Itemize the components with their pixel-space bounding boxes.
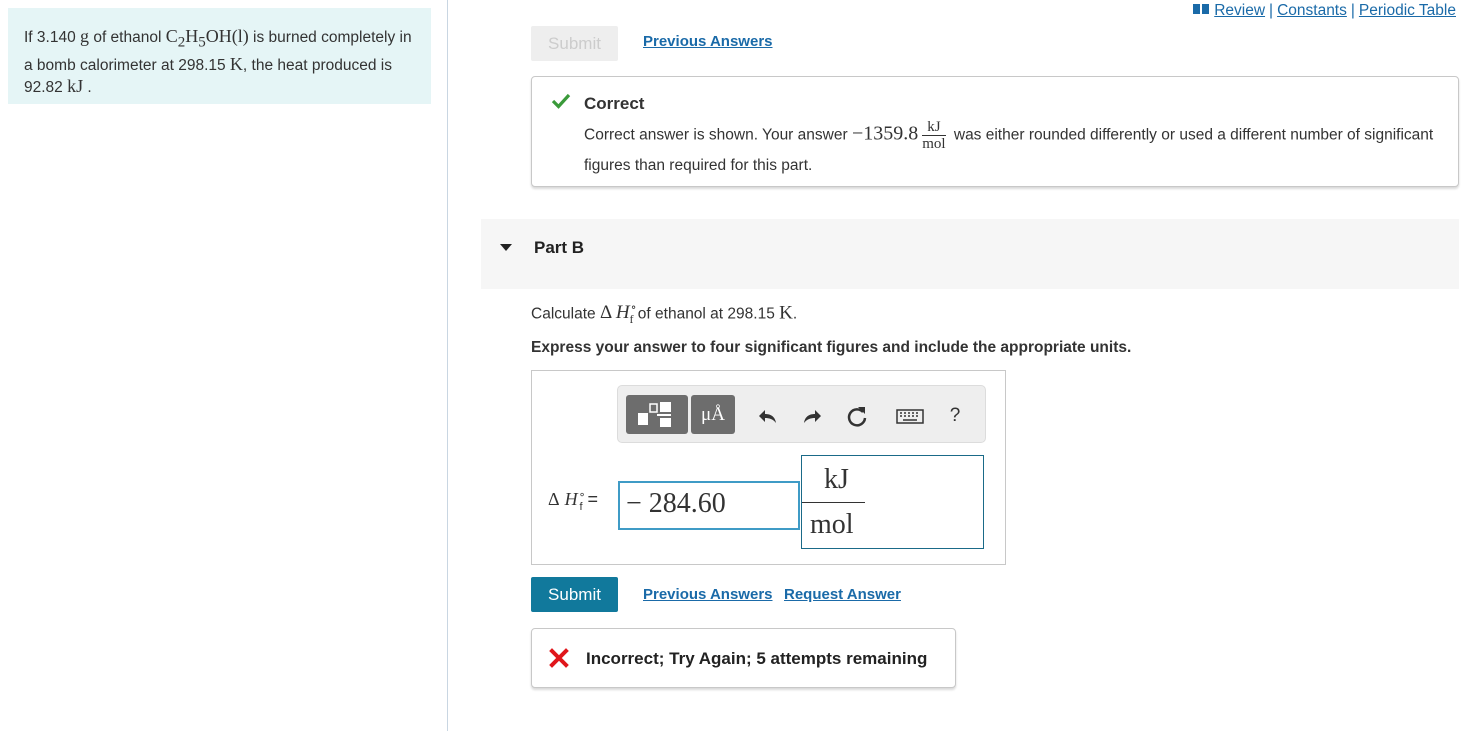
part-b-instruction: Express your answer to four significant … <box>531 339 1132 356</box>
keyboard-icon[interactable] <box>896 404 924 428</box>
feedback-message: Correct answer is shown. Your answer −13… <box>584 119 1434 174</box>
submit-button[interactable]: Submit <box>531 577 618 612</box>
ethanol-formula: C2H5OH(l) <box>165 26 249 51</box>
math-toolbar: μÅ ? <box>617 385 986 443</box>
incorrect-feedback: Incorrect; Try Again; 5 attempts remaini… <box>531 628 956 688</box>
separator: | <box>1350 2 1355 19</box>
heat-unit: kJ <box>67 75 84 96</box>
previous-answers-link[interactable]: Previous Answers <box>643 586 773 603</box>
part-b-header[interactable]: Part B <box>481 219 1459 289</box>
review-link[interactable]: Review <box>1214 2 1265 19</box>
help-icon[interactable]: ? <box>945 404 965 428</box>
periodic-table-link[interactable]: Periodic Table <box>1359 2 1456 19</box>
templates-button[interactable] <box>626 395 688 434</box>
previous-answer-value: −1359.8 <box>851 122 919 145</box>
unit-numerator: kJ <box>824 464 849 495</box>
part-b-question: Calculate Δ H∘f of ethanol at 298.15 K. <box>531 300 798 327</box>
problem-text: . <box>83 78 92 96</box>
templates-icon <box>638 402 671 427</box>
part-a-submit-button[interactable]: Submit <box>531 26 618 61</box>
redo-icon[interactable] <box>800 404 824 428</box>
problem-text: If 3.140 <box>24 29 81 46</box>
request-answer-link[interactable]: Request Answer <box>784 586 901 603</box>
part-a-previous-answers-link[interactable]: Previous Answers <box>643 33 773 50</box>
feedback-title: Correct <box>584 94 645 113</box>
part-b-title: Part B <box>534 238 585 257</box>
problem-text: of ethanol <box>89 29 166 46</box>
resource-links: Review | Constants | Periodic Table <box>1193 2 1456 20</box>
answer-box: μÅ ? Δ H∘f = − 284.60 kJ mol <box>531 370 1006 565</box>
column-divider <box>447 0 448 731</box>
fraction-bar <box>802 502 865 503</box>
incorrect-x-icon <box>549 648 569 668</box>
answer-value-input[interactable]: − 284.60 <box>618 481 800 530</box>
caret-down-icon[interactable] <box>500 244 512 251</box>
part-a-feedback: Correct Correct answer is shown. Your an… <box>531 76 1459 187</box>
separator: | <box>1269 2 1274 19</box>
units-button[interactable]: μÅ <box>691 395 735 434</box>
unit-denominator: mol <box>810 509 854 540</box>
undo-icon[interactable] <box>756 404 780 428</box>
temp-unit: K <box>229 53 243 74</box>
reset-icon[interactable] <box>844 404 870 428</box>
previous-answer-unit: kJ mol <box>922 119 946 152</box>
problem-statement: If 3.140 g of ethanol C2H5OH(l) is burne… <box>8 8 431 104</box>
book-icon <box>1193 4 1210 14</box>
answer-label: Δ H∘f = <box>548 489 599 513</box>
incorrect-message: Incorrect; Try Again; 5 attempts remaini… <box>586 649 928 668</box>
answer-unit-input[interactable]: kJ mol <box>801 455 984 549</box>
checkmark-icon <box>551 93 571 109</box>
mass-unit: g <box>80 26 90 46</box>
constants-link[interactable]: Constants <box>1277 2 1347 19</box>
